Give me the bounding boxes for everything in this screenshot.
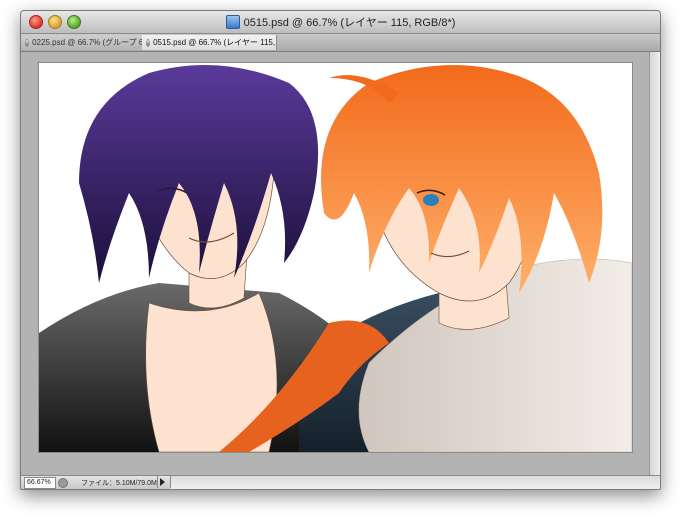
document-tab-bar: × 0225.psd @ 66.7% (グループ 6, RGB/8) * × 0… [21, 34, 660, 52]
tab-close-icon[interactable]: × [25, 38, 30, 47]
status-menu-arrow-icon[interactable] [160, 478, 165, 486]
workspace[interactable] [21, 52, 660, 475]
artwork [39, 65, 632, 452]
file-size-info: ファイル：5.10M/79.0M [81, 480, 157, 487]
tab-label: 0225.psd @ 66.7% (グループ 6, RGB/8) * [32, 38, 145, 47]
photoshop-document-window: 0515.psd @ 66.7% (レイヤー 115, RGB/8*) × 02… [20, 10, 661, 490]
horizontal-scrollbar[interactable] [171, 476, 660, 489]
window-title: 0515.psd @ 66.7% (レイヤー 115, RGB/8*) [243, 17, 456, 29]
zoom-level-field[interactable]: 66.67% [24, 477, 56, 489]
psd-document-icon [225, 15, 240, 29]
status-bar: 66.67% ファイル：5.10M/79.0M [21, 475, 660, 489]
status-info-icon[interactable] [58, 478, 68, 488]
tab-close-icon[interactable]: × [146, 38, 151, 47]
vertical-scrollbar[interactable] [649, 52, 660, 475]
tab-label: 0515.psd @ 66.7% (レイヤー 115, RGB/8*) [153, 38, 276, 47]
tab-0515-psd[interactable]: × 0515.psd @ 66.7% (レイヤー 115, RGB/8*) [142, 35, 277, 50]
document-canvas[interactable] [39, 63, 632, 452]
window-title-wrap: 0515.psd @ 66.7% (レイヤー 115, RGB/8*) [21, 11, 660, 33]
title-bar[interactable]: 0515.psd @ 66.7% (レイヤー 115, RGB/8*) [21, 11, 660, 34]
tab-0225-psd[interactable]: × 0225.psd @ 66.7% (グループ 6, RGB/8) * [21, 35, 146, 50]
